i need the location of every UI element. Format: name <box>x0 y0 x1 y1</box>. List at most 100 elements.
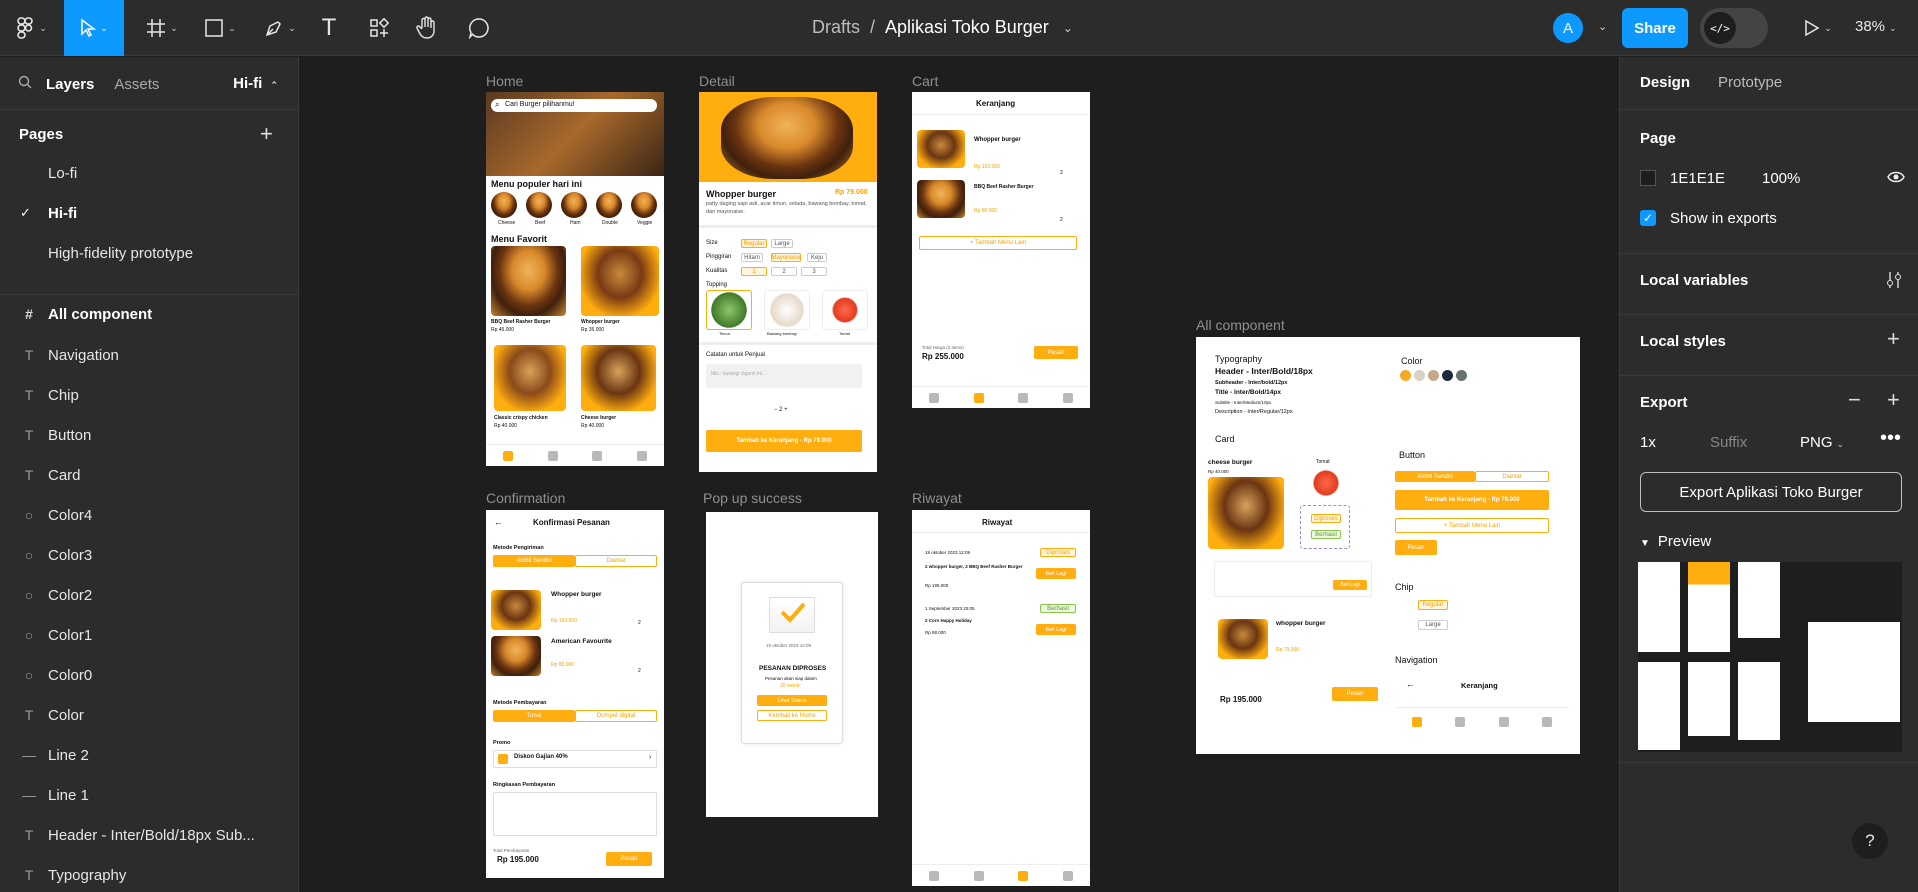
topping-card[interactable] <box>822 290 868 330</box>
pinggiran-option[interactable]: Keju <box>807 253 827 262</box>
canvas[interactable]: Home Detail Cart Confirmation Pop up suc… <box>300 57 1618 892</box>
history-icon[interactable] <box>1018 392 1029 403</box>
layer-item[interactable]: — Line 2 <box>18 743 288 767</box>
local-variables-label[interactable]: Local variables <box>1640 272 1748 289</box>
profile-icon[interactable] <box>1062 870 1073 881</box>
frame-confirmation[interactable]: ← Konfirmasi Pesanan Metode Pengiriman A… <box>486 510 664 878</box>
qty-option[interactable]: 2 <box>771 267 797 276</box>
payment-option-cash[interactable]: Tunai <box>493 710 575 722</box>
home-icon[interactable] <box>929 870 940 881</box>
home-icon[interactable] <box>929 392 940 403</box>
export-button[interactable]: Export Aplikasi Toko Burger <box>1640 472 1902 512</box>
layer-item[interactable]: ○ Color3 <box>18 543 288 567</box>
history-icon[interactable] <box>1498 716 1509 727</box>
size-option-large[interactable]: Large <box>771 239 793 248</box>
page-item-lofi[interactable]: Lo-fi <box>48 165 77 182</box>
product-image[interactable] <box>581 345 656 411</box>
button-variant-order[interactable]: Pesan <box>1395 540 1437 555</box>
cart-item-qty[interactable]: 2 <box>1060 170 1063 176</box>
add-more-button[interactable]: + Tambah Menu Lain <box>919 236 1077 250</box>
layer-frame-all-component[interactable]: # All component <box>18 302 288 326</box>
chip-image[interactable] <box>491 192 517 218</box>
frame-detail[interactable]: Whopper burger Rp 79.000 patty daging sa… <box>699 92 877 472</box>
figma-menu-icon[interactable]: ⌄ <box>10 16 54 40</box>
layer-item[interactable]: T Button <box>18 423 288 447</box>
buy-again-button[interactable]: Beli Lagi <box>1036 568 1076 579</box>
chip-image[interactable] <box>596 192 622 218</box>
layer-item[interactable]: — Line 1 <box>18 783 288 807</box>
search-input[interactable]: ⌕ Cari Burger pilihanmu! <box>491 99 657 112</box>
profile-icon[interactable] <box>636 450 647 461</box>
frame-label-all-component[interactable]: All component <box>1196 317 1285 333</box>
layer-item[interactable]: T Navigation <box>18 343 288 367</box>
profile-icon[interactable] <box>1542 716 1553 727</box>
chevron-down-icon[interactable]: ⌄ <box>1063 21 1073 35</box>
project-title[interactable]: Aplikasi Toko Burger <box>885 17 1049 38</box>
shape-tool-icon[interactable]: ⌄ <box>198 16 242 40</box>
qty-option[interactable]: 1 <box>741 267 767 276</box>
home-icon[interactable] <box>503 450 514 461</box>
product-image[interactable] <box>581 246 659 316</box>
page-selector[interactable]: Hi-fi ⌃ <box>233 75 278 92</box>
frame-all-component[interactable]: Typography Header - Inter/Bold/18px Subh… <box>1196 337 1580 754</box>
tab-layers[interactable]: Layers <box>46 76 94 93</box>
pinggiran-option[interactable]: Mayonaise <box>771 253 801 262</box>
cart-icon[interactable] <box>973 870 984 881</box>
frame-label-confirmation[interactable]: Confirmation <box>486 490 565 506</box>
pinggiran-option[interactable]: Hitam <box>741 253 763 262</box>
product-image[interactable] <box>491 246 566 316</box>
product-image[interactable] <box>494 345 566 411</box>
order-button[interactable]: Pesan <box>1332 687 1378 701</box>
frame-home[interactable]: ⌕ Cari Burger pilihanmu! Menu populer ha… <box>486 92 664 466</box>
hand-tool-icon[interactable] <box>414 14 440 42</box>
move-tool-icon[interactable]: ⌄ <box>64 0 124 56</box>
buy-again-button[interactable]: Beli Lagi <box>1333 580 1367 590</box>
frame-label-popup[interactable]: Pop up success <box>703 490 802 506</box>
frame-label-detail[interactable]: Detail <box>699 73 735 89</box>
page-color-value[interactable]: 1E1E1E <box>1670 170 1725 187</box>
page-color-swatch[interactable] <box>1640 170 1656 186</box>
tab-design[interactable]: Design <box>1640 74 1690 91</box>
add-to-cart-button[interactable]: Tambah ke Keranjang - Rp 79.000 <box>706 430 862 452</box>
share-button[interactable]: Share <box>1622 8 1688 48</box>
frame-tool-icon[interactable]: ⌄ <box>140 16 184 40</box>
layer-item[interactable]: ○ Color2 <box>18 583 288 607</box>
topping-card[interactable] <box>764 290 810 330</box>
order-item-qty[interactable]: 2 <box>638 620 641 626</box>
breadcrumb-drafts[interactable]: Drafts <box>812 17 860 38</box>
search-icon[interactable] <box>18 75 32 93</box>
export-suffix-input[interactable]: Suffix <box>1710 434 1747 451</box>
frame-label-cart[interactable]: Cart <box>912 73 938 89</box>
qty-stepper[interactable]: − 2 + <box>774 407 788 413</box>
dev-mode-toggle[interactable]: </> <box>1700 8 1768 48</box>
frame-label-home[interactable]: Home <box>486 73 523 89</box>
promo-card[interactable]: Diskon Gajian 40% › <box>493 750 657 768</box>
tab-prototype[interactable]: Prototype <box>1718 74 1782 91</box>
cart-icon[interactable] <box>547 450 558 461</box>
layer-item[interactable]: T Typography <box>18 863 288 887</box>
pen-tool-icon[interactable]: ⌄ <box>258 16 302 40</box>
topping-card[interactable] <box>706 290 752 330</box>
frame-popup[interactable]: 19 oktober 2023 12:09 PESANAN DIPROSES P… <box>706 512 878 817</box>
delivery-option-pickup[interactable]: Ambil Sendiri <box>493 555 575 567</box>
chip-variant-regular[interactable]: Regular <box>1418 600 1448 610</box>
buy-again-button[interactable]: Beli Lagi <box>1036 624 1076 635</box>
chip-variant-large[interactable]: Large <box>1418 620 1448 630</box>
chip-image[interactable] <box>631 192 657 218</box>
export-scale[interactable]: 1x <box>1640 434 1656 451</box>
back-home-button[interactable]: Kembali ke Home <box>757 710 827 721</box>
show-in-exports-checkbox[interactable]: ✓ <box>1640 210 1656 226</box>
size-option-regular[interactable]: Regular <box>741 239 767 248</box>
layer-item[interactable]: T Header - Inter/Bold/18px Sub... <box>18 823 288 847</box>
preview-toggle[interactable]: ▼ Preview <box>1640 533 1711 550</box>
eye-icon[interactable] <box>1887 170 1905 189</box>
layer-item[interactable]: T Color <box>18 703 288 727</box>
comment-tool-icon[interactable] <box>466 16 492 40</box>
button-variant-cta[interactable]: Tambah ke Keranjang - Rp 79.000 <box>1395 490 1549 510</box>
variables-icon[interactable] <box>1886 271 1902 294</box>
tab-assets[interactable]: Assets <box>114 76 159 93</box>
cart-icon[interactable] <box>1455 716 1466 727</box>
chip-image[interactable] <box>561 192 587 218</box>
back-arrow-icon[interactable]: ← <box>1406 679 1415 689</box>
history-icon[interactable] <box>1018 870 1029 881</box>
